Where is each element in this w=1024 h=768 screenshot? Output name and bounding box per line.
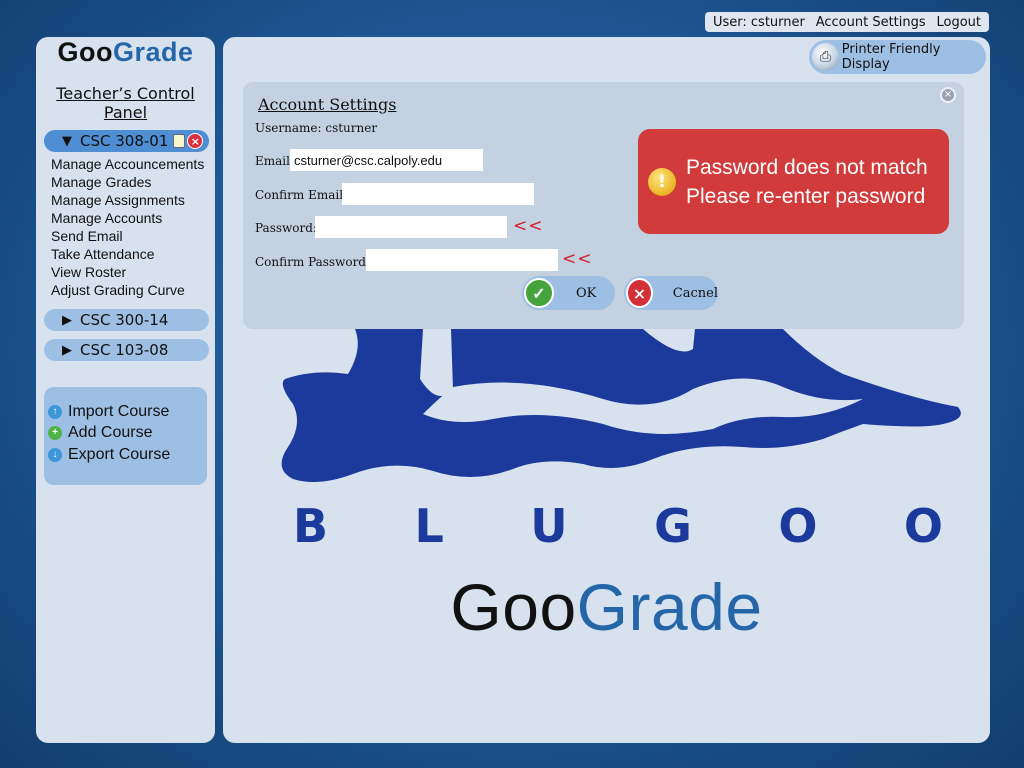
plus-icon: + — [48, 426, 62, 441]
password-label: Password: — [255, 221, 317, 235]
account-settings-link[interactable]: Account Settings — [816, 15, 926, 30]
password-field[interactable] — [315, 216, 507, 238]
username-value: csturner — [325, 121, 378, 135]
user-bar: User: csturner Account Settings Logout — [705, 12, 989, 32]
course-item-csc-300-14[interactable]: ▶ CSC 300-14 — [44, 309, 209, 331]
course-item-csc-103-08[interactable]: ▶ CSC 103-08 — [44, 339, 209, 361]
confirm-email-label: Confirm Email: — [255, 188, 348, 202]
sidebar: GooGrade Teacher’s Control Panel ▼ CSC 3… — [36, 37, 215, 743]
confirm-password-label: Confirm Password: — [255, 255, 371, 269]
import-course-button[interactable]: ↑ Import Course — [48, 401, 207, 423]
triangle-down-icon: ▼ — [62, 133, 72, 149]
password-error-marker: << — [513, 216, 544, 236]
confirm-password-field[interactable] — [366, 249, 558, 271]
goograde-big-logo: GooGrade — [450, 570, 763, 644]
menu-item-manage-assignments[interactable]: Manage Assignments — [51, 191, 204, 209]
course-menu: Manage Accouncements Manage Grades Manag… — [51, 155, 204, 299]
blugoo-splash: B L U G O O GooGrade — [223, 329, 990, 649]
logout-link[interactable]: Logout — [936, 15, 981, 30]
ok-button[interactable]: ✓ OK — [522, 276, 615, 310]
menu-item-manage-accounts[interactable]: Manage Accounts — [51, 209, 204, 227]
course-code: CSC 300-14 — [80, 311, 169, 329]
error-alert: ! Password does not match Please re-ente… — [638, 129, 949, 234]
course-code: CSC 103-08 — [80, 341, 169, 359]
add-course-button[interactable]: + Add Course — [48, 423, 207, 445]
triangle-right-icon: ▶ — [62, 342, 72, 358]
username-row: Username: csturner — [255, 121, 378, 135]
menu-item-adjust-grading-curve[interactable]: Adjust Grading Curve — [51, 281, 204, 299]
arrow-up-icon: ↑ — [48, 404, 62, 419]
goo-splash-graphic — [281, 329, 961, 483]
alert-line-1: Password does not match — [686, 155, 928, 179]
main-panel: ⎙ Printer Friendly Display × Account Set… — [223, 37, 990, 743]
menu-item-manage-announcements[interactable]: Manage Accouncements — [51, 155, 204, 173]
checkmark-icon: ✓ — [524, 278, 554, 308]
menu-item-take-attendance[interactable]: Take Attendance — [51, 245, 204, 263]
delete-icon[interactable]: × — [187, 133, 204, 149]
edit-icon[interactable] — [173, 134, 186, 148]
email-label: Email: — [255, 154, 295, 168]
export-course-button[interactable]: ↓ Export Course — [48, 444, 207, 466]
confirm-email-field[interactable] — [342, 183, 534, 205]
email-field[interactable] — [290, 149, 483, 171]
triangle-right-icon: ▶ — [62, 312, 72, 328]
x-icon: × — [626, 278, 653, 308]
course-tools-panel: ↑ Import Course + Add Course ↓ Export Co… — [44, 387, 207, 485]
close-icon[interactable]: × — [940, 87, 956, 103]
menu-item-view-roster[interactable]: View Roster — [51, 263, 204, 281]
blugoo-wordmark: B L U G O O — [293, 499, 943, 553]
cancel-button[interactable]: × Cacnel — [624, 276, 718, 310]
printer-friendly-button[interactable]: ⎙ Printer Friendly Display — [809, 40, 986, 74]
user-label: User: csturner — [713, 14, 805, 30]
menu-item-send-email[interactable]: Send Email — [51, 227, 204, 245]
confirm-password-error-marker: << — [562, 249, 593, 269]
menu-item-manage-grades[interactable]: Manage Grades — [51, 173, 204, 191]
goograde-logo: GooGrade — [57, 37, 194, 67]
panel-title: Teacher’s Control Panel — [56, 84, 195, 122]
arrow-down-icon: ↓ — [48, 447, 62, 462]
course-code: CSC 308-01 — [80, 132, 169, 150]
printer-icon: ⎙ — [812, 43, 839, 71]
warning-icon: ! — [648, 167, 676, 196]
account-settings-dialog: × Account Settings Username: csturner Em… — [243, 82, 964, 329]
alert-line-2: Please re-enter password — [686, 184, 926, 208]
dialog-title: Account Settings — [258, 95, 397, 114]
course-item-csc-308-01[interactable]: ▼ CSC 308-01 × — [44, 130, 209, 152]
